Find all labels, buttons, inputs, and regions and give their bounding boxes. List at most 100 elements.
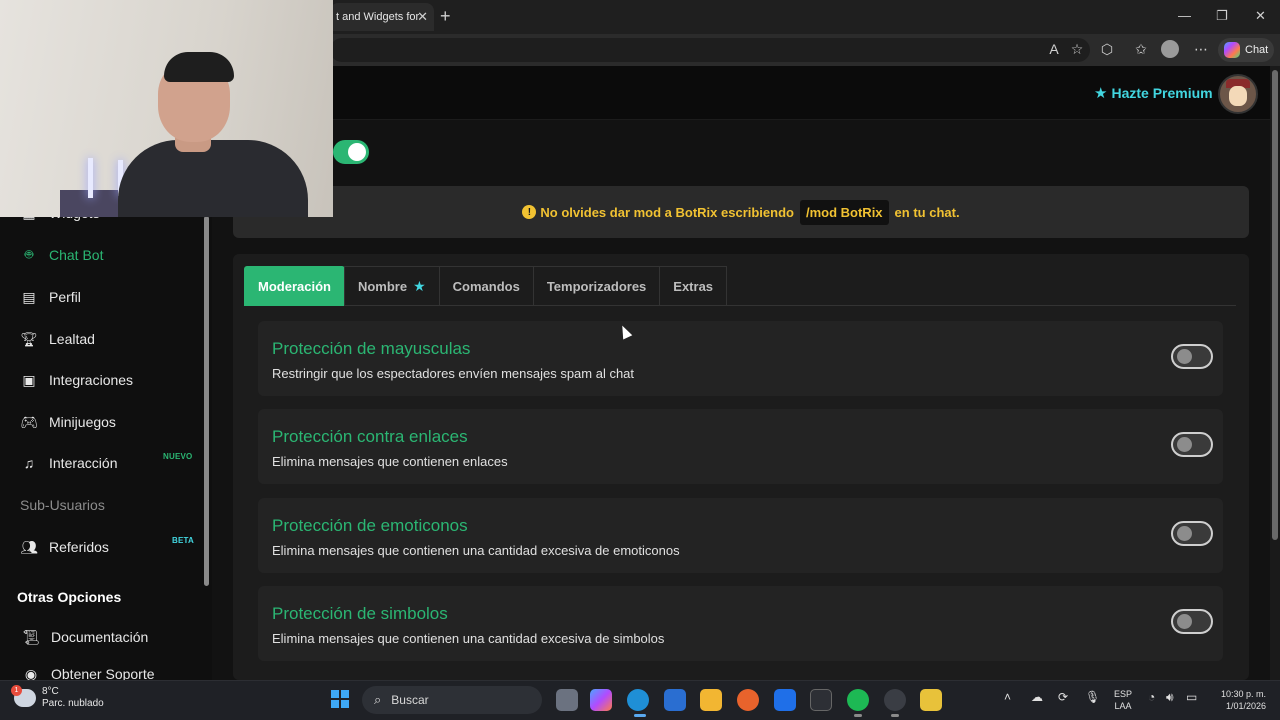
- setting-title: Protección de simbolos: [272, 604, 448, 623]
- battery-icon[interactable]: ▭: [1186, 690, 1197, 704]
- mod-notice-banner: ! No olvides dar mod a BotRix escribiend…: [233, 186, 1249, 238]
- star-icon: ★: [1094, 85, 1108, 102]
- firefox-icon[interactable]: [737, 689, 759, 711]
- wifi-icon[interactable]: ◔: [1148, 690, 1155, 704]
- tab-extras[interactable]: Extras: [659, 266, 728, 306]
- chat-label: Chat: [1245, 44, 1269, 56]
- setting-toggle[interactable]: [1171, 344, 1213, 369]
- sidebar-item-label: Integraciones: [49, 372, 134, 388]
- tab-title: t and Widgets for: [336, 11, 420, 23]
- tray-chevron-icon[interactable]: ˄: [1004, 690, 1011, 704]
- search-placeholder: Buscar: [391, 693, 429, 707]
- tab-moderacion[interactable]: Moderación: [244, 266, 345, 306]
- weather-desc: Parc. nublado: [42, 698, 104, 709]
- browser-tab[interactable]: t and Widgets for ✕: [330, 3, 434, 31]
- setting-row-emoticonos: Protección de emoticonos Elimina mensaje…: [258, 498, 1223, 573]
- tab-label: Temporizadores: [546, 279, 647, 294]
- weather-widget[interactable]: 1 8°C Parc. nublado: [11, 685, 104, 710]
- more-menu-icon[interactable]: ⋯: [1192, 40, 1210, 58]
- tab-label: Nombre: [357, 279, 408, 294]
- premium-label: Hazte Premium: [1111, 85, 1213, 101]
- copilot-app-icon[interactable]: [590, 689, 612, 711]
- tab-nombre[interactable]: Nombre ★: [343, 266, 440, 306]
- setting-row-mayusculas: Protección de mayusculas Restringir que …: [258, 321, 1223, 396]
- weather-temp: 8°C: [42, 686, 59, 697]
- sidebar-item-soporte[interactable]: ◉ Obtener Soporte: [22, 668, 155, 680]
- sidebar-item-documentacion[interactable]: 📜︎ Documentación: [22, 626, 148, 648]
- music-note-icon: ♫: [23, 455, 35, 471]
- sidebar-item-chat-bot[interactable]: 🤖︎ Chat Bot: [20, 244, 104, 266]
- setting-toggle[interactable]: [1171, 609, 1213, 634]
- taskbar-search[interactable]: ⌕ Buscar: [362, 686, 542, 714]
- game-app-icon[interactable]: [810, 689, 832, 711]
- favorites-icon[interactable]: ✩: [1132, 40, 1150, 58]
- profile-icon[interactable]: [1161, 40, 1179, 58]
- spotify-icon[interactable]: [847, 689, 869, 711]
- star-icon: ★: [413, 278, 426, 294]
- microphone-icon[interactable]: 🎙︎: [1085, 690, 1100, 704]
- new-tab-button[interactable]: +: [440, 6, 451, 27]
- setting-description: Restringir que los espectadores envíen m…: [272, 366, 635, 381]
- file-app-icon[interactable]: [920, 689, 942, 711]
- cloud-sun-icon: 1: [11, 685, 36, 707]
- notification-badge: 1: [11, 685, 22, 696]
- setting-title: Protección de emoticonos: [272, 516, 468, 535]
- gamepad-icon: 🎮︎: [20, 413, 38, 430]
- page-scrollbar-thumb[interactable]: [1272, 70, 1278, 540]
- sidebar-scrollbar[interactable]: [204, 216, 209, 586]
- search-icon: ⌕: [374, 692, 382, 707]
- settings-tabs: Moderación Nombre ★ Comandos Temporizador…: [244, 266, 1236, 306]
- sidebar-item-label: Referidos: [49, 539, 109, 555]
- sidebar-item-label: Obtener Soporte: [51, 668, 155, 680]
- notice-suffix: en tu chat.: [894, 204, 960, 220]
- extensions-icon[interactable]: ⬡: [1098, 40, 1116, 58]
- warning-icon: !: [522, 205, 537, 219]
- tab-temporizadores[interactable]: Temporizadores: [532, 266, 661, 306]
- sidebar-item-label: Interacción: [49, 455, 118, 471]
- notice-prefix: No olvides dar mod a BotRix escribiendo: [540, 204, 794, 220]
- plug-box-icon: ▣: [22, 371, 36, 388]
- beta-badge: BETA: [172, 536, 194, 545]
- start-button[interactable]: [331, 690, 349, 708]
- sidebar-item-label: Sub-Usuarios: [20, 497, 105, 513]
- support-icon: ◉: [24, 668, 38, 680]
- dropbox-icon[interactable]: [774, 689, 796, 711]
- address-bar[interactable]: [330, 38, 1090, 62]
- tab-close-icon[interactable]: ✕: [417, 9, 428, 25]
- close-window-button[interactable]: ✕: [1255, 8, 1266, 24]
- maximize-button[interactable]: ❐: [1216, 8, 1228, 24]
- onedrive-icon[interactable]: ☁: [1031, 690, 1043, 704]
- sidebar-item-referidos[interactable]: 👥︎ Referidos: [20, 536, 109, 558]
- tab-label: Comandos: [452, 279, 520, 294]
- premium-link[interactable]: ★ Hazte Premium: [1094, 84, 1213, 102]
- volume-icon[interactable]: 🔊︎: [1166, 690, 1174, 705]
- favorite-star-icon[interactable]: ☆: [1068, 40, 1086, 58]
- setting-title: Protección contra enlaces: [272, 427, 468, 446]
- sidebar-item-integraciones[interactable]: ▣ Integraciones: [20, 369, 133, 391]
- tab-comandos[interactable]: Comandos: [438, 266, 534, 306]
- copilot-chat-button[interactable]: Chat: [1218, 38, 1274, 62]
- clock-date: 1/01/2026: [1225, 701, 1266, 711]
- sidebar-item-minijuegos[interactable]: 🎮︎ Minijuegos: [20, 411, 116, 433]
- user-avatar[interactable]: [1218, 74, 1258, 114]
- setting-toggle[interactable]: [1171, 521, 1213, 546]
- file-explorer-icon[interactable]: [700, 689, 722, 711]
- setting-description: Elimina mensajes que contienen una canti…: [272, 631, 665, 646]
- task-view-icon[interactable]: [556, 689, 578, 711]
- minimize-button[interactable]: —: [1178, 8, 1191, 23]
- sidebar-item-interaccion[interactable]: ♫ Interacción: [20, 452, 118, 474]
- setting-toggle[interactable]: [1171, 432, 1213, 457]
- sidebar-item-sub-usuarios[interactable]: Sub-Usuarios: [20, 494, 105, 516]
- users-icon: 👥︎: [20, 538, 38, 555]
- taskbar-clock[interactable]: 10:30 p. m. 1/01/2026: [1210, 688, 1266, 712]
- setting-title: Protección de mayusculas: [272, 339, 471, 358]
- bot-enabled-toggle[interactable]: [333, 140, 369, 164]
- sync-icon[interactable]: ⟳: [1058, 690, 1068, 704]
- obs-icon[interactable]: [884, 689, 906, 711]
- language-indicator[interactable]: ESP LAA: [1114, 688, 1132, 712]
- edge-icon[interactable]: [627, 689, 649, 711]
- sidebar-item-perfil[interactable]: ▤ Perfil: [20, 286, 81, 308]
- read-aloud-icon[interactable]: A: [1045, 40, 1063, 58]
- outlook-icon[interactable]: [664, 689, 686, 711]
- sidebar-item-lealtad[interactable]: 🏆︎ Lealtad: [20, 328, 95, 350]
